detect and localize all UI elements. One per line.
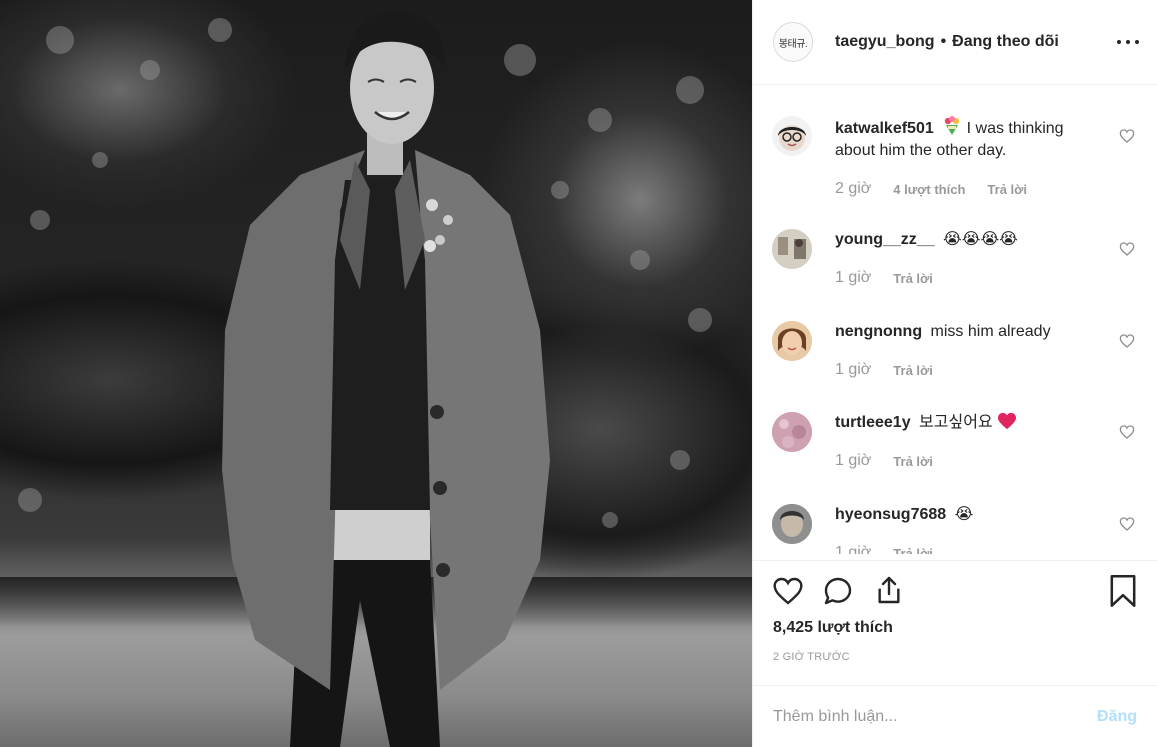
speech-bubble-icon[interactable] [822,575,854,607]
comment-item: hyeonsug7688 😭 1 giờ Trả lời [753,504,1157,554]
comment-time[interactable]: 2 giờ [835,180,871,198]
comment-like-heart-icon[interactable] [1119,128,1135,144]
commenter-avatar[interactable] [772,504,812,544]
comment-text: turtleee1y 보고싶어요 [835,412,1107,434]
comment-text: young__zz__ 😭😭😭😭 [835,229,1107,251]
follow-status-button[interactable]: Đang theo dõi [952,33,1059,51]
comment-username[interactable]: nengnonng [835,323,922,340]
add-comment-input[interactable] [773,708,1097,726]
action-icons-row [753,561,1157,625]
reply-button[interactable]: Trả lời [987,182,1027,197]
post-photo[interactable] [0,0,752,747]
comment-username[interactable]: hyeonsug7688 [835,506,946,523]
reply-button[interactable]: Trả lời [893,271,933,286]
comment-like-heart-icon[interactable] [1119,516,1135,532]
comments-list[interactable]: katwalkef501 I was thinking about him th… [753,86,1157,554]
separator-dot: • [940,33,947,50]
author-avatar[interactable]: 봉태규. [773,22,813,62]
heart-outline-icon[interactable] [772,575,804,607]
comment-item: young__zz__ 😭😭😭😭 1 giờ Trả lời [753,229,1157,287]
commenter-avatar[interactable] [772,116,812,156]
bookmark-icon[interactable] [1109,574,1137,608]
comment-body: 보고싶어요 [919,414,993,431]
comment-meta: 2 giờ 4 lượt thích Trả lời [835,180,1107,198]
comment-item: turtleee1y 보고싶어요 1 giờ Trả lời [753,412,1157,470]
comment-meta: 1 giờ Trả lời [835,269,1107,287]
comment-text: nengnonng miss him already [835,321,1107,343]
commenter-avatar[interactable] [772,321,812,361]
comment-like-heart-icon[interactable] [1119,424,1135,440]
comment-username[interactable]: turtleee1y [835,414,911,431]
comment-like-heart-icon[interactable] [1119,241,1135,257]
post-timestamp[interactable]: 2 GIỜ TRƯỚC [773,651,850,663]
comment-body: 😭😭😭😭 [943,231,1018,248]
comment-likes[interactable]: 4 lượt thích [893,182,965,197]
author-avatar-text: 봉태규. [778,38,808,50]
comment-composer: Đăng [753,685,1157,747]
comment-username[interactable]: katwalkef501 [835,120,934,137]
photo-subject [18,11,712,747]
comment-time[interactable]: 1 giờ [835,269,871,287]
commenter-avatar[interactable] [772,229,812,269]
comment-text: katwalkef501 I was thinking about him th… [835,116,1107,162]
author-username[interactable]: taegyu_bong [835,33,935,51]
share-upload-icon[interactable] [873,574,905,606]
author-line: taegyu_bong • Đang theo dõi [835,33,1059,51]
bouquet-icon [944,116,960,135]
post-side-panel: 봉태규. taegyu_bong • Đang theo dõi katwalk… [752,0,1157,747]
post-likes-count[interactable]: 8,425 lượt thích [773,619,893,637]
comment-like-heart-icon[interactable] [1119,333,1135,349]
reply-button[interactable]: Trả lời [893,363,933,378]
post-actions: 8,425 lượt thích 2 GIỜ TRƯỚC Đăng [753,560,1157,747]
red-heart-icon [998,412,1017,430]
comment-item: katwalkef501 I was thinking about him th… [753,116,1157,198]
comment-username[interactable]: young__zz__ [835,231,935,248]
post-header: 봉태규. taegyu_bong • Đang theo dõi [753,0,1157,85]
reply-button[interactable]: Trả lời [893,454,933,469]
instagram-post-view: 봉태규. taegyu_bong • Đang theo dõi katwalk… [0,0,1157,747]
reply-button[interactable]: Trả lời [893,546,933,555]
post-comment-button[interactable]: Đăng [1097,708,1137,726]
comment-meta: 1 giờ Trả lời [835,452,1107,470]
comment-time[interactable]: 1 giờ [835,544,871,554]
comment-meta: 1 giờ Trả lời [835,361,1107,379]
comment-meta: 1 giờ Trả lời [835,544,1107,554]
comment-body: 😭 [954,506,974,523]
ellipsis-icon[interactable] [1117,32,1139,52]
comment-item: nengnonng miss him already 1 giờ Trả lời [753,321,1157,379]
comment-body: miss him already [930,323,1051,340]
comment-time[interactable]: 1 giờ [835,452,871,470]
commenter-avatar[interactable] [772,412,812,452]
comment-time[interactable]: 1 giờ [835,361,871,379]
comment-text: hyeonsug7688 😭 [835,504,1107,526]
